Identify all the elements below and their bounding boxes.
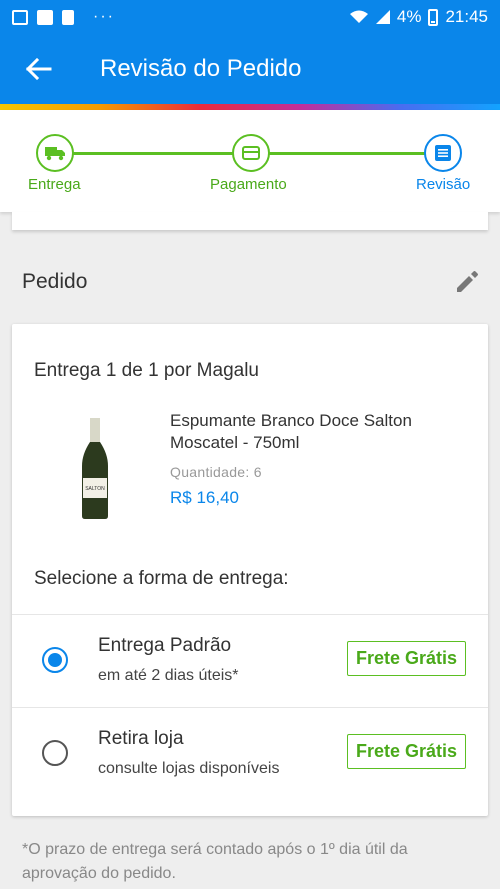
step-label-revisao: Revisão [416, 176, 471, 193]
step-pagamento[interactable] [232, 134, 270, 172]
quantity-value: 6 [253, 464, 262, 480]
page-title: Revisão do Pedido [100, 55, 302, 82]
gallery-notification-icon [12, 9, 28, 25]
section-title: Pedido [22, 270, 88, 293]
delivery-heading: Entrega 1 de 1 por Magalu [34, 360, 259, 381]
battery-percent: 4% [396, 7, 422, 26]
wifi-icon [349, 10, 368, 23]
battery-icon [428, 8, 439, 26]
arrow-left-icon [26, 58, 52, 80]
status-bar: ··· 4% 21:45 [0, 0, 500, 34]
delivery-footnote: *O prazo de entrega será contado após o … [22, 841, 408, 882]
truck-icon [45, 147, 65, 161]
checkout-stepper: Entrega Pagamento Revisão [0, 110, 500, 212]
more-notifications-indicator: ··· [93, 8, 115, 25]
product-name: Espumante Branco Doce Salton Moscatel - … [170, 411, 412, 452]
sim-notification-icon [62, 9, 74, 25]
shipping-option-store-pickup[interactable]: Retira loja consulte lojas disponíveis F… [12, 708, 488, 800]
list-icon [435, 145, 451, 161]
radio-store-pickup[interactable] [42, 740, 68, 766]
back-button[interactable] [0, 34, 78, 104]
edit-order-button[interactable] [452, 267, 482, 297]
mail-notification-icon [37, 9, 53, 25]
pencil-icon [457, 271, 478, 292]
order-section-header: Pedido [22, 262, 482, 302]
option-title: Retira loja [98, 728, 184, 749]
step-label-entrega: Entrega [28, 176, 81, 193]
radio-standard[interactable] [42, 647, 68, 673]
option-subtitle: em até 2 dias úteis* [98, 667, 239, 684]
product-image: SALTON [82, 418, 108, 519]
svg-text:SALTON: SALTON [85, 486, 105, 492]
app-bar: Revisão do Pedido [0, 34, 500, 104]
option-subtitle: consulte lojas disponíveis [98, 760, 280, 777]
free-shipping-badge: Frete Grátis [346, 734, 466, 769]
signal-icon [375, 10, 390, 24]
step-label-pagamento: Pagamento [210, 176, 287, 193]
option-title: Entrega Padrão [98, 635, 232, 656]
credit-card-icon [242, 146, 260, 160]
step-entrega[interactable] [36, 134, 74, 172]
quantity-label: Quantidade: [170, 464, 250, 480]
step-revisao[interactable] [424, 134, 462, 172]
order-card: Entrega 1 de 1 por Magalu SALTON Espuman… [12, 324, 488, 816]
free-shipping-badge: Frete Grátis [346, 641, 466, 676]
previous-card-edge [12, 212, 488, 230]
clock: 21:45 [445, 7, 488, 26]
shipping-method-title: Selecione a forma de entrega: [34, 568, 289, 589]
product-price: R$ 16,40 [170, 488, 239, 507]
product-quantity: Quantidade: 6 [170, 464, 262, 480]
shipping-option-standard[interactable]: Entrega Padrão em até 2 dias úteis* Fret… [12, 615, 488, 707]
